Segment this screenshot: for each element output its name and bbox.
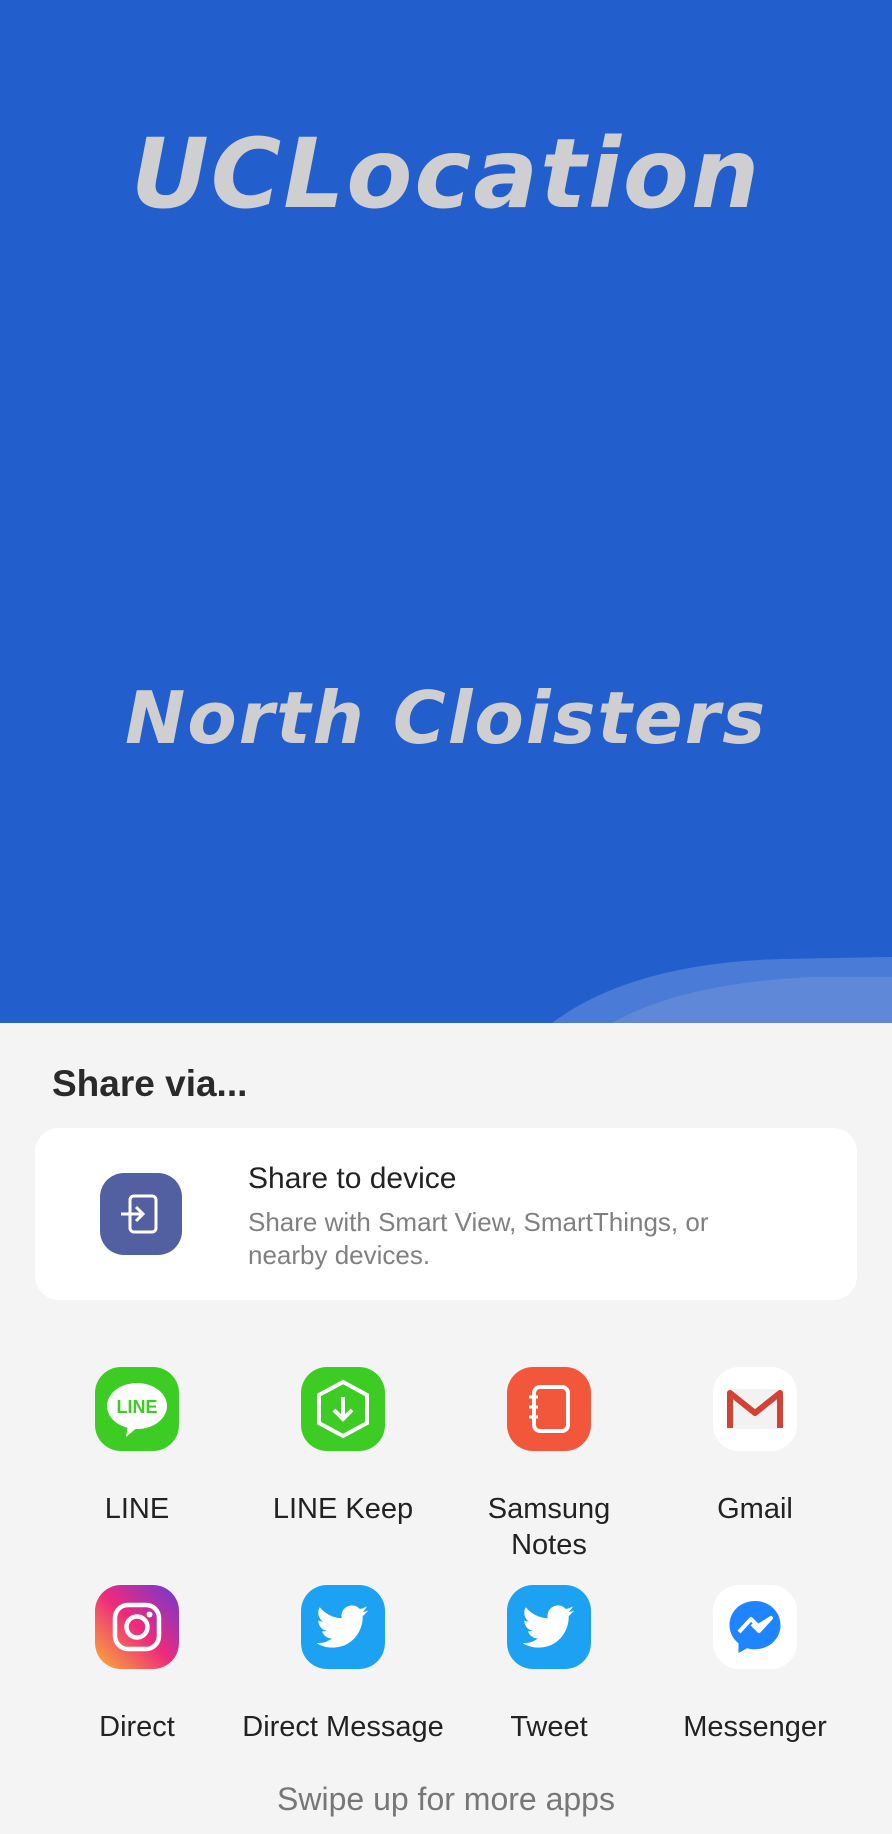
share-app-label: Samsung Notes xyxy=(487,1493,611,1561)
share-app-label: Tweet xyxy=(510,1711,588,1743)
share-to-device-subtitle: Share with Smart View, SmartThings, or n… xyxy=(248,1207,709,1270)
samsung-notes-icon xyxy=(507,1367,591,1451)
messenger-icon xyxy=(713,1585,797,1669)
share-app-label: Messenger xyxy=(683,1711,827,1743)
share-sheet: Share via... Share to device Share with … xyxy=(0,1023,892,1834)
share-app-label: LINE xyxy=(104,1493,170,1525)
share-app-instagram-direct[interactable]: Direct xyxy=(34,1585,240,1745)
share-app-label: LINE Keep xyxy=(272,1493,414,1525)
location-banner: UCLocation North Cloisters xyxy=(0,0,892,1023)
share-app-gmail[interactable]: Gmail xyxy=(652,1367,858,1527)
share-app-samsung-notes[interactable]: Samsung Notes xyxy=(446,1367,652,1563)
share-app-messenger[interactable]: Messenger xyxy=(652,1585,858,1745)
line-keep-icon xyxy=(301,1367,385,1451)
twitter-icon xyxy=(301,1585,385,1669)
share-sheet-title: Share via... xyxy=(52,1063,248,1104)
share-app-label: Direct xyxy=(99,1711,175,1743)
share-to-device-icon xyxy=(100,1173,182,1255)
twitter-icon xyxy=(507,1585,591,1669)
share-app-line-keep[interactable]: LINE Keep xyxy=(240,1367,446,1527)
instagram-icon xyxy=(95,1585,179,1669)
share-to-device-button[interactable]: Share to device Share with Smart View, S… xyxy=(35,1128,857,1300)
share-app-line[interactable]: LINE LINE xyxy=(34,1367,240,1527)
gmail-icon xyxy=(713,1367,797,1451)
share-app-label: Direct Message xyxy=(242,1711,444,1743)
share-app-twitter-dm[interactable]: Direct Message xyxy=(240,1585,446,1745)
app-title: UCLocation xyxy=(130,118,762,230)
line-icon: LINE xyxy=(95,1367,179,1451)
share-app-tweet[interactable]: Tweet xyxy=(446,1585,652,1745)
location-name: North Cloisters xyxy=(124,676,768,760)
share-app-label: Gmail xyxy=(717,1493,793,1525)
svg-text:LINE: LINE xyxy=(116,1397,157,1417)
swipe-up-hint: Swipe up for more apps xyxy=(277,1781,615,1817)
share-to-device-title: Share to device xyxy=(248,1162,457,1195)
decorative-wave xyxy=(552,957,892,1023)
